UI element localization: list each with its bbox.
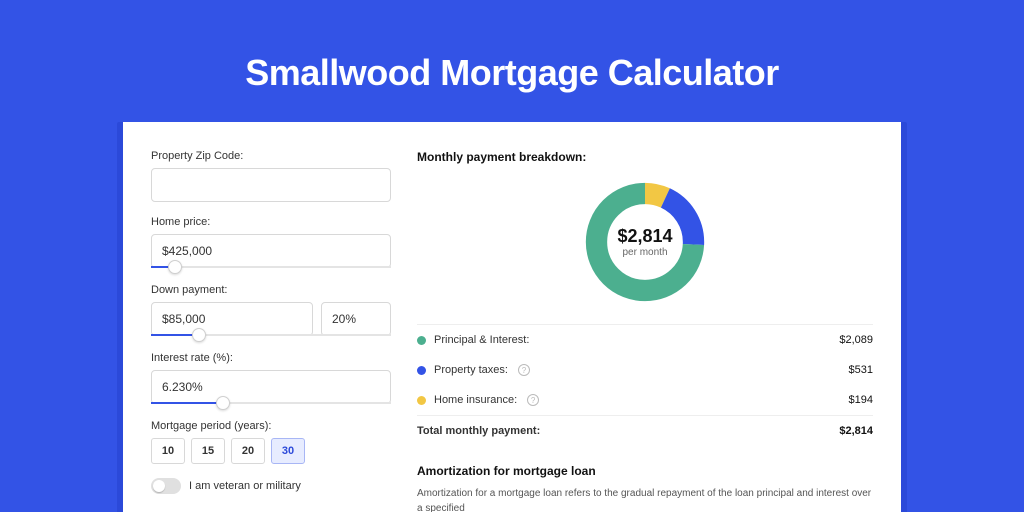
donut-center: $2,814 per month	[581, 178, 709, 306]
down-payment-row	[151, 302, 391, 336]
breakdown-legend: Principal & Interest: $2,089 Property ta…	[417, 324, 873, 446]
card-shadow: Property Zip Code: Home price: Down paym…	[117, 122, 907, 512]
interest-input[interactable]	[151, 370, 391, 404]
legend-label: Property taxes:	[434, 364, 508, 376]
slider-thumb[interactable]	[216, 396, 230, 410]
donut-sub: per month	[622, 247, 667, 258]
veteran-row: I am veteran or military	[151, 478, 391, 494]
donut-wrap: $2,814 per month	[417, 178, 873, 306]
slider-track	[151, 402, 391, 404]
period-option-10[interactable]: 10	[151, 438, 185, 464]
slider-thumb[interactable]	[192, 328, 206, 342]
down-payment-field: Down payment:	[151, 284, 391, 336]
legend-label: Home insurance:	[434, 394, 517, 406]
donut-amount: $2,814	[617, 226, 672, 247]
home-price-label: Home price:	[151, 216, 391, 228]
interest-label: Interest rate (%):	[151, 352, 391, 364]
period-option-15[interactable]: 15	[191, 438, 225, 464]
legend-row-insurance: Home insurance: ? $194	[417, 385, 873, 415]
page-title: Smallwood Mortgage Calculator	[245, 52, 779, 94]
calculator-card: Property Zip Code: Home price: Down paym…	[123, 122, 901, 512]
down-payment-input[interactable]	[151, 302, 313, 336]
period-label: Mortgage period (years):	[151, 420, 391, 432]
slider-thumb[interactable]	[168, 260, 182, 274]
period-field: Mortgage period (years): 10 15 20 30	[151, 420, 391, 464]
period-options: 10 15 20 30	[151, 438, 391, 464]
legend-label: Principal & Interest:	[434, 334, 529, 346]
breakdown-title: Monthly payment breakdown:	[417, 150, 873, 164]
down-payment-label: Down payment:	[151, 284, 391, 296]
down-payment-pct-input[interactable]	[321, 302, 391, 336]
period-option-20[interactable]: 20	[231, 438, 265, 464]
legend-value: $194	[849, 394, 873, 406]
dot-icon	[417, 366, 426, 375]
info-icon[interactable]: ?	[518, 364, 530, 376]
amortization-body: Amortization for a mortgage loan refers …	[417, 486, 873, 512]
zip-input[interactable]	[151, 168, 391, 202]
total-label: Total monthly payment:	[417, 425, 540, 437]
interest-field: Interest rate (%):	[151, 352, 391, 404]
total-value: $2,814	[839, 425, 873, 437]
legend-row-principal: Principal & Interest: $2,089	[417, 325, 873, 355]
dot-icon	[417, 396, 426, 405]
amortization-section: Amortization for mortgage loan Amortizat…	[417, 464, 873, 512]
veteran-label: I am veteran or military	[189, 480, 301, 492]
legend-row-taxes: Property taxes: ? $531	[417, 355, 873, 385]
slider-track	[151, 266, 391, 268]
dot-icon	[417, 336, 426, 345]
form-column: Property Zip Code: Home price: Down paym…	[151, 150, 391, 512]
breakdown-column: Monthly payment breakdown: $2,814 per mo…	[417, 150, 873, 512]
veteran-toggle[interactable]	[151, 478, 181, 494]
period-option-30[interactable]: 30	[271, 438, 305, 464]
legend-row-total: Total monthly payment: $2,814	[417, 415, 873, 446]
page-background: Smallwood Mortgage Calculator Property Z…	[0, 0, 1024, 512]
amortization-title: Amortization for mortgage loan	[417, 464, 873, 478]
zip-field: Property Zip Code:	[151, 150, 391, 202]
zip-label: Property Zip Code:	[151, 150, 391, 162]
payment-donut-chart: $2,814 per month	[581, 178, 709, 306]
home-price-field: Home price:	[151, 216, 391, 268]
slider-track	[151, 334, 391, 336]
home-price-input[interactable]	[151, 234, 391, 268]
info-icon[interactable]: ?	[527, 394, 539, 406]
toggle-knob	[153, 480, 165, 492]
legend-value: $531	[849, 364, 873, 376]
legend-value: $2,089	[839, 334, 873, 346]
